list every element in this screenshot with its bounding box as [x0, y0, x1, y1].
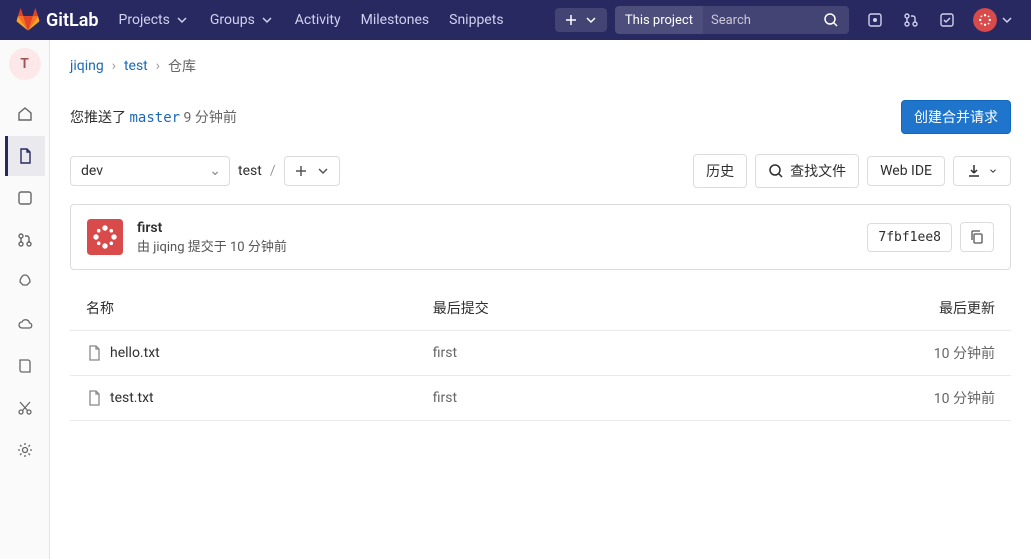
main-content: jiqing › test › 仓库 您推送了 master 9 分钟前 创建合…: [50, 40, 1031, 559]
issues-icon: [17, 190, 33, 206]
gitlab-logo[interactable]: GitLab: [16, 8, 99, 32]
commit-sha[interactable]: 7fbf1ee8: [867, 223, 952, 252]
sidebar-mr[interactable]: [5, 220, 45, 260]
breadcrumb-current: 仓库: [168, 56, 196, 76]
chevron-down-icon: [259, 12, 275, 28]
new-dropdown[interactable]: [555, 8, 607, 32]
chevron-down-icon: [174, 12, 190, 28]
create-mr-button[interactable]: 创建合并请求: [901, 100, 1011, 134]
scissors-icon: [17, 400, 33, 416]
merge-request-icon: [17, 232, 33, 248]
file-name-link[interactable]: hello.txt: [110, 345, 160, 361]
push-time: 9 分钟前: [180, 110, 237, 126]
table-row[interactable]: test.txt first 10 分钟前: [70, 376, 1011, 421]
file-icon: [86, 345, 102, 361]
chevron-down-icon: ⌄: [209, 163, 221, 179]
breadcrumb-sep: ›: [112, 58, 116, 74]
file-commit[interactable]: first: [433, 390, 457, 406]
mr-link[interactable]: [893, 12, 929, 28]
search-icon: [768, 163, 784, 179]
gitlab-icon: [16, 8, 40, 32]
history-button[interactable]: 历史: [693, 154, 747, 188]
path-sep: /: [270, 163, 276, 179]
col-commit: 最后提交: [417, 286, 706, 331]
book-icon: [17, 358, 33, 374]
search-input[interactable]: [703, 6, 813, 34]
top-header: GitLab Projects Groups Activity Mileston…: [0, 0, 1031, 40]
push-branch[interactable]: master: [129, 110, 180, 126]
search-button[interactable]: [813, 6, 849, 34]
file-icon: [86, 390, 102, 406]
copy-icon: [969, 229, 985, 245]
branch-select[interactable]: dev ⌄: [70, 156, 230, 186]
push-prefix: 您推送了: [70, 110, 129, 126]
user-avatar[interactable]: [973, 8, 997, 32]
issues-icon: [867, 12, 883, 28]
branch-select-label: dev: [81, 163, 103, 179]
commit-time: 10 分钟前: [230, 240, 287, 255]
sidebar-home[interactable]: [5, 94, 45, 134]
download-dropdown[interactable]: [953, 156, 1011, 186]
repo-toolbar: dev ⌄ test / 历史 查找文件 Web IDE: [70, 154, 1011, 188]
breadcrumb: jiqing › test › 仓库: [70, 56, 1011, 76]
sidebar-settings[interactable]: [5, 430, 45, 470]
main-nav: Projects Groups Activity Milestones Snip…: [109, 0, 514, 40]
sidebar-cicd[interactable]: [5, 262, 45, 302]
rocket-icon: [17, 274, 33, 290]
find-file-button[interactable]: 查找文件: [755, 154, 859, 188]
table-row[interactable]: hello.txt first 10 分钟前: [70, 331, 1011, 376]
col-name: 名称: [70, 286, 417, 331]
sidebar-snippets[interactable]: [5, 388, 45, 428]
download-icon: [966, 163, 982, 179]
nav-projects[interactable]: Projects: [109, 0, 200, 40]
search-box: This project: [615, 6, 849, 34]
commit-meta: 由 jiqing 提交于 10 分钟前: [137, 236, 287, 255]
nav-activity[interactable]: Activity: [285, 0, 351, 40]
search-icon: [823, 12, 839, 28]
sidebar-operations[interactable]: [5, 304, 45, 344]
push-notice: 您推送了 master 9 分钟前 创建合并请求: [70, 100, 1011, 134]
webide-button[interactable]: Web IDE: [867, 156, 945, 186]
breadcrumb-sep: ›: [156, 58, 160, 74]
breadcrumb-group[interactable]: jiqing: [70, 58, 104, 74]
gear-icon: [17, 442, 33, 458]
cloud-icon: [17, 316, 33, 332]
chevron-down-icon: [988, 163, 998, 179]
plus-icon: [293, 163, 309, 179]
nav-snippets[interactable]: Snippets: [439, 0, 513, 40]
brand-text: GitLab: [46, 10, 99, 31]
copy-sha-button[interactable]: [960, 222, 994, 252]
todos-link[interactable]: [929, 12, 965, 28]
commit-title[interactable]: first: [137, 220, 287, 236]
last-commit-box: first 由 jiqing 提交于 10 分钟前 7fbf1ee8: [70, 204, 1011, 270]
file-table: 名称 最后提交 最后更新 hello.txt first 10 分钟前 test…: [70, 286, 1011, 421]
nav-groups[interactable]: Groups: [200, 0, 285, 40]
sidebar-issues[interactable]: [5, 178, 45, 218]
path-root[interactable]: test: [238, 163, 262, 179]
chevron-down-icon: [315, 163, 331, 179]
merge-request-icon: [903, 12, 919, 28]
plus-icon: [563, 12, 579, 28]
chevron-down-icon: [583, 12, 599, 28]
sidebar-wiki[interactable]: [5, 346, 45, 386]
home-icon: [17, 106, 33, 122]
commit-author[interactable]: jiqing: [153, 240, 184, 255]
file-time: 10 分钟前: [934, 391, 995, 407]
file-time: 10 分钟前: [934, 346, 995, 362]
add-dropdown[interactable]: [284, 156, 340, 186]
todo-icon: [939, 12, 955, 28]
doc-icon: [17, 148, 33, 164]
project-sidebar: T: [0, 40, 50, 559]
project-avatar[interactable]: T: [9, 48, 41, 80]
file-name-link[interactable]: test.txt: [110, 390, 154, 406]
issues-link[interactable]: [857, 12, 893, 28]
nav-milestones[interactable]: Milestones: [351, 0, 440, 40]
col-updated: 最后更新: [705, 286, 1011, 331]
search-scope[interactable]: This project: [615, 6, 703, 34]
file-commit[interactable]: first: [433, 345, 457, 361]
sidebar-repository[interactable]: [5, 136, 45, 176]
commit-author-avatar[interactable]: [87, 219, 123, 255]
breadcrumb-project[interactable]: test: [124, 58, 148, 74]
chevron-down-icon[interactable]: [999, 12, 1015, 28]
